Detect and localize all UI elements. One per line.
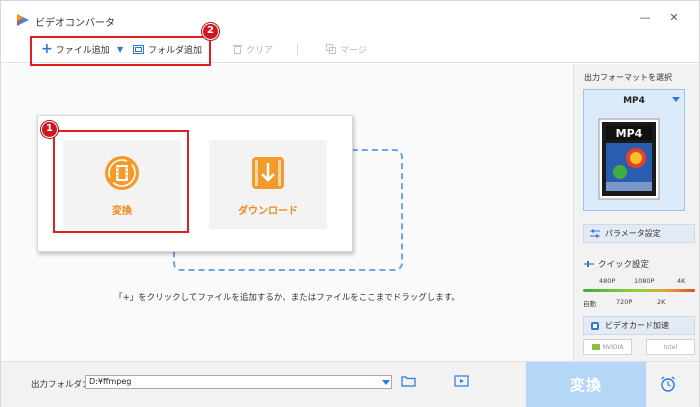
open-output-folder-icon[interactable]	[454, 375, 469, 387]
quick-settings-label: クイック設定	[598, 260, 650, 270]
format-selector[interactable]: MP4 MP4	[583, 89, 685, 211]
output-settings-panel: 出力フォーマットを選択 MP4 MP4 パラメータ設定 クイック設定 480P …	[573, 64, 699, 361]
download-tile[interactable]: ダウンロード	[209, 140, 327, 229]
merge-label: マージ	[340, 45, 367, 56]
output-format-title: 出力フォーマットを選択	[584, 73, 672, 82]
app-logo-icon	[17, 14, 29, 26]
toolbar-highlight-box	[30, 36, 211, 66]
merge-button[interactable]: マージ	[326, 41, 367, 57]
intel-toggle[interactable]: Intel	[646, 339, 695, 355]
tick-480p: 480P	[599, 277, 616, 285]
gpu-acceleration-button[interactable]: ビデオカード加速	[583, 316, 695, 335]
alarm-clock-icon[interactable]	[659, 375, 677, 393]
nvidia-logo-icon	[591, 344, 600, 350]
nvidia-label: NVIDIA	[602, 343, 624, 351]
convert-highlight-box	[53, 130, 189, 233]
format-name: MP4	[623, 96, 645, 106]
chevron-down-icon	[672, 97, 680, 102]
browse-folder-icon[interactable]	[401, 375, 416, 387]
app-title: ビデオコンバータ	[35, 18, 115, 29]
close-button[interactable]: ✕	[667, 11, 681, 25]
parameter-settings-button[interactable]: パラメータ設定	[583, 224, 695, 243]
step-badge-1: 1	[41, 121, 58, 138]
output-folder-field[interactable]: D:¥ffmpeg	[85, 375, 392, 389]
tick-auto: 自動	[583, 300, 596, 308]
drop-instruction: 「+」をクリックしてファイルを追加するか、またはファイルをここまでドラッグします…	[114, 293, 460, 303]
quick-settings-heading: クイック設定	[584, 258, 649, 270]
mp4-badge-text: MP4	[616, 127, 643, 140]
merge-icon	[326, 44, 336, 54]
output-folder-dropdown-icon[interactable]	[382, 380, 390, 385]
quality-slider[interactable]	[583, 289, 695, 292]
download-icon	[252, 157, 284, 189]
output-folder-label: 出力フォルダ：	[31, 380, 91, 390]
gpu-acceleration-label: ビデオカード加速	[605, 321, 669, 330]
step-badge-2: 2	[202, 23, 219, 40]
clear-button[interactable]: クリア	[233, 41, 273, 57]
toolbar-divider	[297, 44, 298, 56]
bottom-bar: 出力フォルダ： D:¥ffmpeg 変換	[1, 361, 699, 407]
download-tile-label: ダウンロード	[238, 206, 298, 217]
nvidia-toggle[interactable]: NVIDIA	[583, 339, 632, 355]
tick-1080p: 1080P	[634, 277, 655, 285]
intel-label: Intel	[663, 343, 678, 351]
trash-icon	[233, 45, 242, 54]
parameter-settings-label: パラメータ設定	[605, 229, 661, 238]
gpu-chip-icon	[591, 321, 599, 330]
app-window: ビデオコンバータ — ✕ + ファイル追加 ▼ フォルダ追加 クリア マージ 変…	[0, 0, 700, 407]
convert-button[interactable]: 変換	[526, 362, 646, 407]
title-bar: ビデオコンバータ — ✕	[1, 1, 699, 35]
tick-2k: 2K	[657, 298, 666, 306]
tick-4k: 4K	[677, 277, 686, 285]
tick-720p: 720P	[616, 298, 633, 306]
minimize-button[interactable]: —	[638, 11, 652, 25]
settings-sliders-icon	[590, 229, 600, 238]
mp4-format-icon: MP4	[598, 118, 660, 200]
clear-label: クリア	[246, 45, 274, 56]
quick-settings-icon	[584, 261, 594, 267]
